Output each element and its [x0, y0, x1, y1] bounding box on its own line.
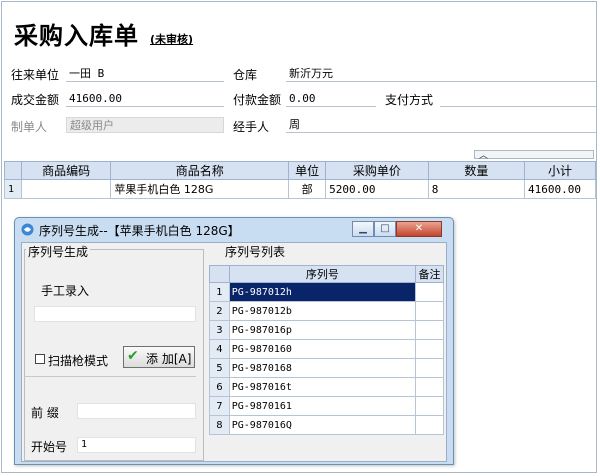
serial-cell[interactable]: PG-987012h	[228, 282, 416, 302]
table-row[interactable]: 8 PG-987016Q	[209, 415, 445, 435]
maximize-button[interactable]: □	[374, 221, 396, 237]
row-number: 7	[209, 396, 230, 416]
amount-field[interactable]: 41600.00	[66, 91, 224, 107]
column-header[interactable]: 商品编码	[20, 161, 112, 180]
row-number: 8	[209, 415, 230, 435]
paid-field[interactable]: 0.00	[286, 91, 376, 107]
grid-collapse-button[interactable]: ︿	[474, 150, 594, 161]
note-cell[interactable]	[414, 339, 445, 359]
warehouse-label: 仓库	[233, 68, 258, 82]
serial-cell[interactable]: PG-987016t	[228, 377, 416, 397]
table-row[interactable]: 3 PG-987016p	[209, 320, 445, 340]
row-number: 4	[209, 339, 230, 359]
serial-cell[interactable]: PG-9870161	[228, 396, 416, 416]
scan-mode-label: 扫描枪模式	[48, 354, 109, 368]
row-number: 1	[4, 179, 22, 199]
serial-dialog: 序列号生成--【苹果手机白色 128G】 ▁ □ ✕ 序列号生成 序列号列表 手…	[14, 217, 454, 465]
status-badge: (未审核)	[150, 33, 194, 46]
page-title: 采购入库单	[14, 21, 139, 50]
serial-cell[interactable]: PG-9870160	[228, 339, 416, 359]
table-row[interactable]: 5 PG-9870168	[209, 358, 445, 378]
payment-field[interactable]	[440, 91, 596, 107]
row-number: 2	[209, 301, 230, 321]
checkmark-icon: ✔	[127, 348, 139, 364]
column-header[interactable]: 备注	[414, 265, 445, 283]
paid-label: 付款金额	[233, 93, 282, 107]
note-cell[interactable]	[414, 358, 445, 378]
manual-input[interactable]	[34, 306, 196, 322]
close-icon: ✕	[414, 223, 424, 234]
cell-qty[interactable]: 8	[427, 179, 526, 199]
table-row[interactable]: 6 PG-987016t	[209, 377, 445, 397]
list-group-title: 序列号列表	[223, 243, 288, 260]
creator-field: 超级用户	[66, 117, 224, 133]
close-button[interactable]: ✕	[396, 221, 442, 237]
row-number: 1	[209, 282, 230, 302]
cell-price[interactable]: 5200.00	[325, 179, 429, 199]
app-icon	[21, 223, 34, 236]
table-row[interactable]: 1 PG-987012h	[209, 282, 445, 302]
minimize-icon: ▁	[359, 223, 367, 234]
note-cell[interactable]	[414, 377, 445, 397]
start-input[interactable]: 1	[77, 437, 196, 453]
serial-cell[interactable]: PG-987016Q	[228, 415, 416, 435]
column-header[interactable]: 数量	[427, 161, 526, 180]
table-row[interactable]: 2 PG-987012b	[209, 301, 445, 321]
dialog-title: 序列号生成--【苹果手机白色 128G】	[39, 224, 240, 238]
note-cell[interactable]	[414, 282, 445, 302]
serial-cell[interactable]: PG-987016p	[228, 320, 416, 340]
column-header[interactable]: 序列号	[228, 265, 416, 283]
prefix-input[interactable]	[77, 403, 196, 419]
scan-mode-checkbox[interactable]	[35, 354, 45, 364]
handler-field[interactable]: 周	[286, 117, 596, 133]
gen-group-title: 序列号生成	[26, 243, 91, 260]
column-header	[209, 265, 230, 283]
serial-cell[interactable]: PG-987012b	[228, 301, 416, 321]
note-cell[interactable]	[414, 415, 445, 435]
column-header[interactable]: 小计	[524, 161, 596, 180]
note-cell[interactable]	[414, 301, 445, 321]
table-row[interactable]: 4 PG-9870160	[209, 339, 445, 359]
add-button-label: 添 加[A]	[146, 352, 192, 366]
manual-label: 手工录入	[41, 284, 90, 298]
chevron-up-icon: ︿	[479, 151, 489, 161]
cell-code[interactable]	[20, 179, 112, 199]
row-number: 3	[209, 320, 230, 340]
cell-subtotal[interactable]: 41600.00	[524, 179, 596, 199]
cell-name[interactable]: 苹果手机白色 128G	[110, 179, 290, 199]
table-row[interactable]: 1 苹果手机白色 128G 部 5200.00 8 41600.00	[4, 179, 596, 199]
payment-label: 支付方式	[385, 93, 434, 107]
maximize-icon: □	[380, 223, 390, 234]
minimize-button[interactable]: ▁	[352, 221, 374, 237]
partner-label: 往来单位	[11, 68, 60, 82]
serial-cell[interactable]: PG-9870168	[228, 358, 416, 378]
column-header	[4, 161, 22, 180]
creator-label: 制单人	[11, 120, 48, 134]
table-row[interactable]: 7 PG-9870161	[209, 396, 445, 416]
divider	[24, 376, 196, 377]
start-label: 开始号	[31, 440, 68, 454]
add-button[interactable]: ✔ 添 加[A]	[123, 346, 195, 368]
amount-label: 成交金额	[11, 93, 60, 107]
column-header[interactable]: 采购单价	[325, 161, 429, 180]
note-cell[interactable]	[414, 320, 445, 340]
handler-label: 经手人	[233, 120, 270, 134]
column-header[interactable]: 单位	[288, 161, 327, 180]
cell-unit[interactable]: 部	[288, 179, 327, 199]
goods-grid: 商品编码 商品名称 单位 采购单价 数量 小计 1 苹果手机白色 128G 部 …	[4, 161, 596, 199]
note-cell[interactable]	[414, 396, 445, 416]
serial-table: 序列号 备注 1 PG-987012h 2 PG-987012b 3 PG-98…	[209, 265, 445, 435]
prefix-label: 前 缀	[31, 406, 59, 420]
warehouse-field[interactable]: 新沂万元	[286, 66, 596, 82]
row-number: 6	[209, 377, 230, 397]
column-header[interactable]: 商品名称	[110, 161, 290, 180]
partner-field[interactable]: 一田 B	[66, 66, 224, 82]
row-number: 5	[209, 358, 230, 378]
